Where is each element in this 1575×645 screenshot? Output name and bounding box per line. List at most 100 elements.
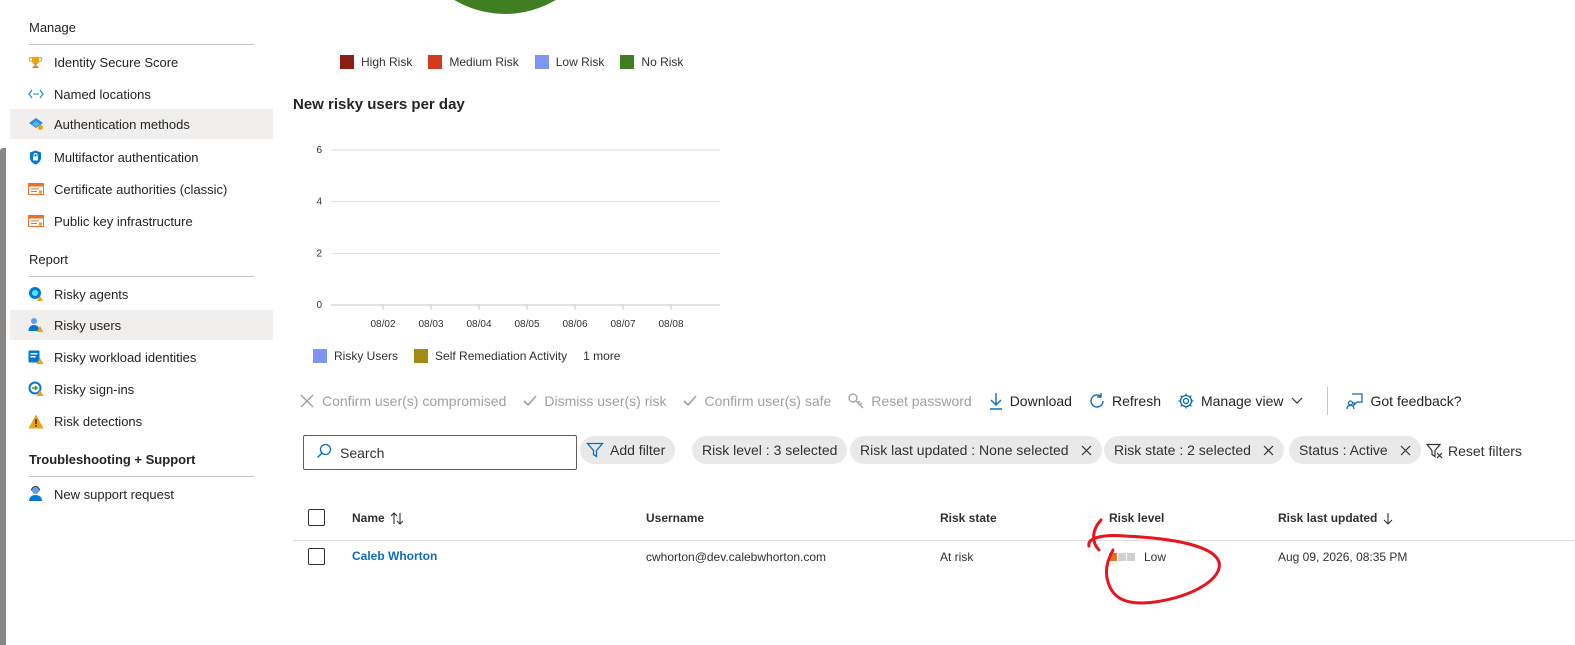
legend-label: No Risk (641, 55, 684, 69)
legend-label: Self Remediation Activity (435, 349, 568, 363)
sidebar-item-label: Public key infrastructure (54, 213, 193, 229)
filter-pill-label: Risk state : 2 selected (1114, 442, 1251, 458)
sidebar-item-risky-users[interactable]: Risky users (10, 310, 273, 340)
sidebar-item-label: Authentication methods (54, 116, 190, 132)
remove-filter-close-icon[interactable] (1400, 445, 1411, 456)
toolbar-divider (1327, 387, 1329, 415)
risk-last-updated-cell: Aug 09, 2026, 08:35 PM (1278, 550, 1408, 564)
filter-icon (586, 441, 604, 459)
chevron-down-icon (1291, 397, 1303, 405)
x-tick-label: 08/03 (418, 319, 443, 330)
remove-filter-close-icon[interactable] (1081, 445, 1092, 456)
column-header-username[interactable]: Username (646, 511, 704, 525)
risky-users-icon (27, 317, 44, 334)
sidebar-item-label: Multifactor authentication (54, 149, 199, 165)
filter-pill-risk-level[interactable]: Risk level : 3 selected (692, 436, 848, 464)
filter-pill-risk-last-updated[interactable]: Risk last updated : None selected (850, 436, 1102, 464)
y-tick-label: 0 (316, 300, 322, 311)
reset-password-label: Reset password (871, 393, 972, 409)
reset-filters-button[interactable]: Reset filters (1426, 443, 1522, 459)
feedback-button[interactable]: Got feedback? (1346, 392, 1462, 410)
legend-item-self-remediation[interactable]: Self Remediation Activity (414, 349, 567, 363)
legend-item-risky-users[interactable]: Risky Users (313, 349, 398, 363)
sidebar-item-risky-agents[interactable]: Risky agents (10, 279, 273, 309)
legend-item-no-risk[interactable]: No Risk (620, 55, 683, 69)
x-tick-label: 08/07 (610, 319, 635, 330)
row-checkbox[interactable] (308, 548, 325, 565)
sidebar-item-identity-secure-score[interactable]: Identity Secure Score (10, 47, 273, 77)
username-cell: cwhorton@dev.calebwhorton.com (646, 550, 827, 564)
legend-more-link[interactable]: 1 more (583, 349, 620, 363)
section-divider (29, 476, 254, 477)
header-divider (293, 540, 1575, 541)
filter-pill-label: Risk last updated : None selected (860, 442, 1069, 458)
sidebar-item-authentication-methods[interactable]: Authentication methods (10, 109, 273, 139)
legend-label: High Risk (361, 55, 413, 69)
select-all-checkbox[interactable] (308, 509, 325, 526)
scrollbar-edge[interactable] (0, 148, 6, 645)
column-header-risk-state[interactable]: Risk state (940, 511, 997, 525)
reset-filters-label: Reset filters (1448, 443, 1522, 459)
search-box[interactable] (303, 435, 577, 470)
search-input[interactable] (340, 444, 560, 461)
new-risky-users-chart: 0 2 4 6 08/02 08/03 08/04 08/05 08/06 08/07 08/08 (316, 145, 720, 330)
legend-item-high-risk[interactable]: High Risk (340, 55, 412, 69)
refresh-label: Refresh (1111, 393, 1161, 409)
sidebar-item-label: Risky agents (54, 286, 129, 302)
authentication-methods-icon (27, 116, 44, 133)
sidebar-item-named-locations[interactable]: Named locations (10, 79, 273, 109)
legend-label: Medium Risk (449, 55, 519, 69)
trophy-icon (27, 54, 44, 71)
confirm-compromised-button[interactable]: Confirm user(s) compromised (298, 392, 506, 410)
sidebar-item-risk-detections[interactable]: Risk detections (10, 406, 273, 436)
sidebar-item-label: Certificate authorities (classic) (54, 181, 228, 197)
sidebar-item-risky-sign-ins[interactable]: Risky sign-ins (10, 374, 273, 404)
filter-pill-risk-state[interactable]: Risk state : 2 selected (1104, 436, 1284, 464)
reset-password-button[interactable]: Reset password (847, 392, 972, 410)
sidebar: Manage Identity Secure Score Named locat… (10, 0, 273, 645)
confirm-safe-button[interactable]: Confirm user(s) safe (682, 393, 831, 409)
dismiss-risk-button[interactable]: Dismiss user(s) risk (522, 393, 666, 409)
sidebar-item-label: Risky workload identities (54, 349, 197, 365)
sidebar-item-public-key-infrastructure[interactable]: Public key infrastructure (10, 206, 273, 236)
section-divider (29, 44, 254, 45)
refresh-icon (1088, 392, 1106, 410)
user-name-link[interactable]: Caleb Whorton (352, 549, 437, 563)
legend-swatch (534, 55, 549, 69)
sidebar-item-label: Risk detections (54, 413, 143, 429)
sidebar-item-risky-workload-identities[interactable]: Risky workload identities (10, 342, 273, 372)
column-header-name[interactable]: Name (352, 511, 404, 525)
search-icon (316, 443, 332, 462)
legend-item-low-risk[interactable]: Low Risk (534, 55, 605, 69)
feedback-icon (1346, 392, 1364, 410)
x-tick-label: 08/02 (370, 319, 395, 330)
filter-pill-status[interactable]: Status : Active (1289, 436, 1421, 464)
sidebar-item-certificate-authorities[interactable]: Certificate authorities (classic) (10, 174, 273, 204)
legend-item-medium-risk[interactable]: Medium Risk (428, 55, 519, 69)
legend-swatch (313, 349, 327, 363)
manage-view-button[interactable]: Manage view (1177, 392, 1310, 410)
sidebar-item-label: New support request (54, 486, 174, 502)
add-filter-label: Add filter (610, 442, 666, 458)
column-header-label: Risk last updated (1278, 511, 1378, 525)
risk-state-cell: At risk (940, 550, 974, 564)
legend-label: Low Risk (555, 55, 605, 69)
sidebar-item-label: Risky users (54, 317, 122, 333)
risky-agents-icon (27, 286, 44, 303)
section-title-manage: Manage (29, 20, 76, 35)
command-bar: Confirm user(s) compromised Dismiss user… (298, 387, 1478, 415)
sidebar-item-new-support-request[interactable]: New support request (10, 479, 273, 509)
risk-donut-chart (454, 0, 556, 14)
column-header-risk-last-updated[interactable]: Risk last updated (1278, 511, 1393, 525)
download-button[interactable]: Download (988, 392, 1072, 410)
remove-filter-close-icon[interactable] (1263, 445, 1274, 456)
sidebar-item-multifactor-authentication[interactable]: Multifactor authentication (10, 142, 273, 172)
y-tick-label: 2 (316, 248, 322, 259)
sidebar-item-label: Risky sign-ins (54, 381, 135, 397)
lock-shield-icon (27, 149, 44, 166)
support-person-icon (27, 486, 44, 503)
add-filter-button[interactable]: Add filter (580, 436, 676, 464)
filter-pill-label: Status : Active (1299, 442, 1388, 458)
refresh-button[interactable]: Refresh (1088, 392, 1161, 410)
risk-legend: High Risk Medium Risk Low Risk No Risk (340, 55, 699, 69)
